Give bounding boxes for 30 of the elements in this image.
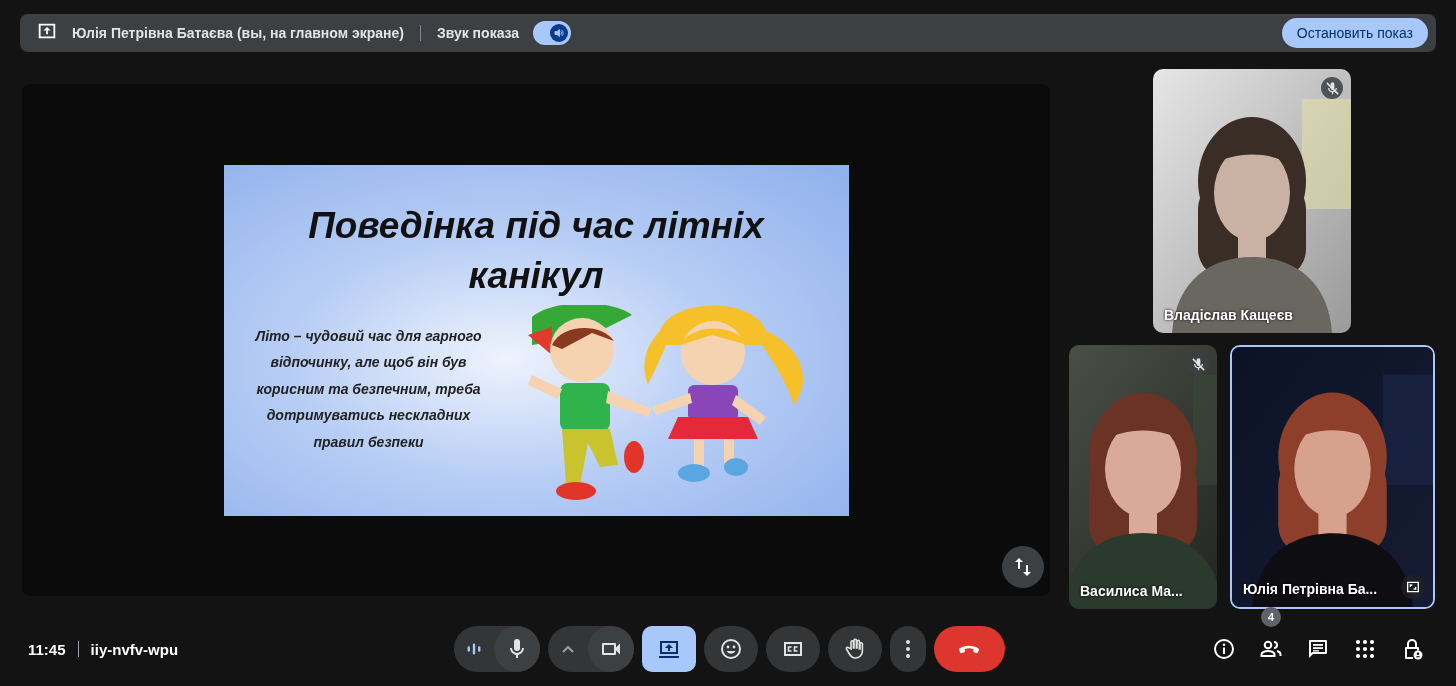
video-tile[interactable]: Юлія Петрівна Ба...	[1230, 345, 1435, 609]
end-call-button[interactable]	[933, 626, 1005, 672]
emoji-icon	[718, 637, 743, 661]
info-icon	[1212, 637, 1236, 661]
sound-label: Звук показа	[436, 25, 520, 41]
swap-button[interactable]	[1002, 546, 1044, 588]
emoji-button[interactable]	[703, 626, 758, 672]
meeting-code: iiy-nvfv-wpu	[90, 640, 179, 658]
sound-toggle[interactable]	[533, 21, 572, 45]
meeting-time: 11:45	[28, 640, 66, 658]
captions-button[interactable]	[765, 626, 820, 672]
slide-title: Поведінка під час літніх канікул	[307, 203, 766, 298]
present-button[interactable]	[641, 626, 696, 672]
participant-name: Василиса Ма...	[1080, 583, 1183, 599]
slide-text: Літо – чудовий час для гарного відпочинку, але щоб він був корисним та безпечним, треба дотримуватись нескладних правил безпеки	[253, 326, 483, 452]
expand-icon	[1405, 579, 1421, 595]
count-badge: 4	[1261, 607, 1281, 627]
mic-button[interactable]	[493, 626, 540, 672]
presenter-label: Юлія Петрівна Батаєва (вы, на главном экране)	[72, 25, 404, 41]
chat-icon	[1306, 637, 1330, 661]
stop-presenting-button[interactable]: Остановить показ	[1281, 18, 1428, 48]
speaker-icon	[553, 27, 566, 39]
apps-icon	[1353, 637, 1377, 661]
camera-button[interactable]	[587, 626, 634, 672]
raise-hand-button[interactable]	[827, 626, 882, 672]
more-button[interactable]	[889, 626, 926, 672]
caret-icon	[561, 645, 574, 653]
video-tile[interactable]: Василиса Ма...	[1069, 345, 1217, 609]
more-icon	[905, 640, 910, 658]
participant-name: Юлія Петрівна Ба...	[1243, 581, 1378, 597]
